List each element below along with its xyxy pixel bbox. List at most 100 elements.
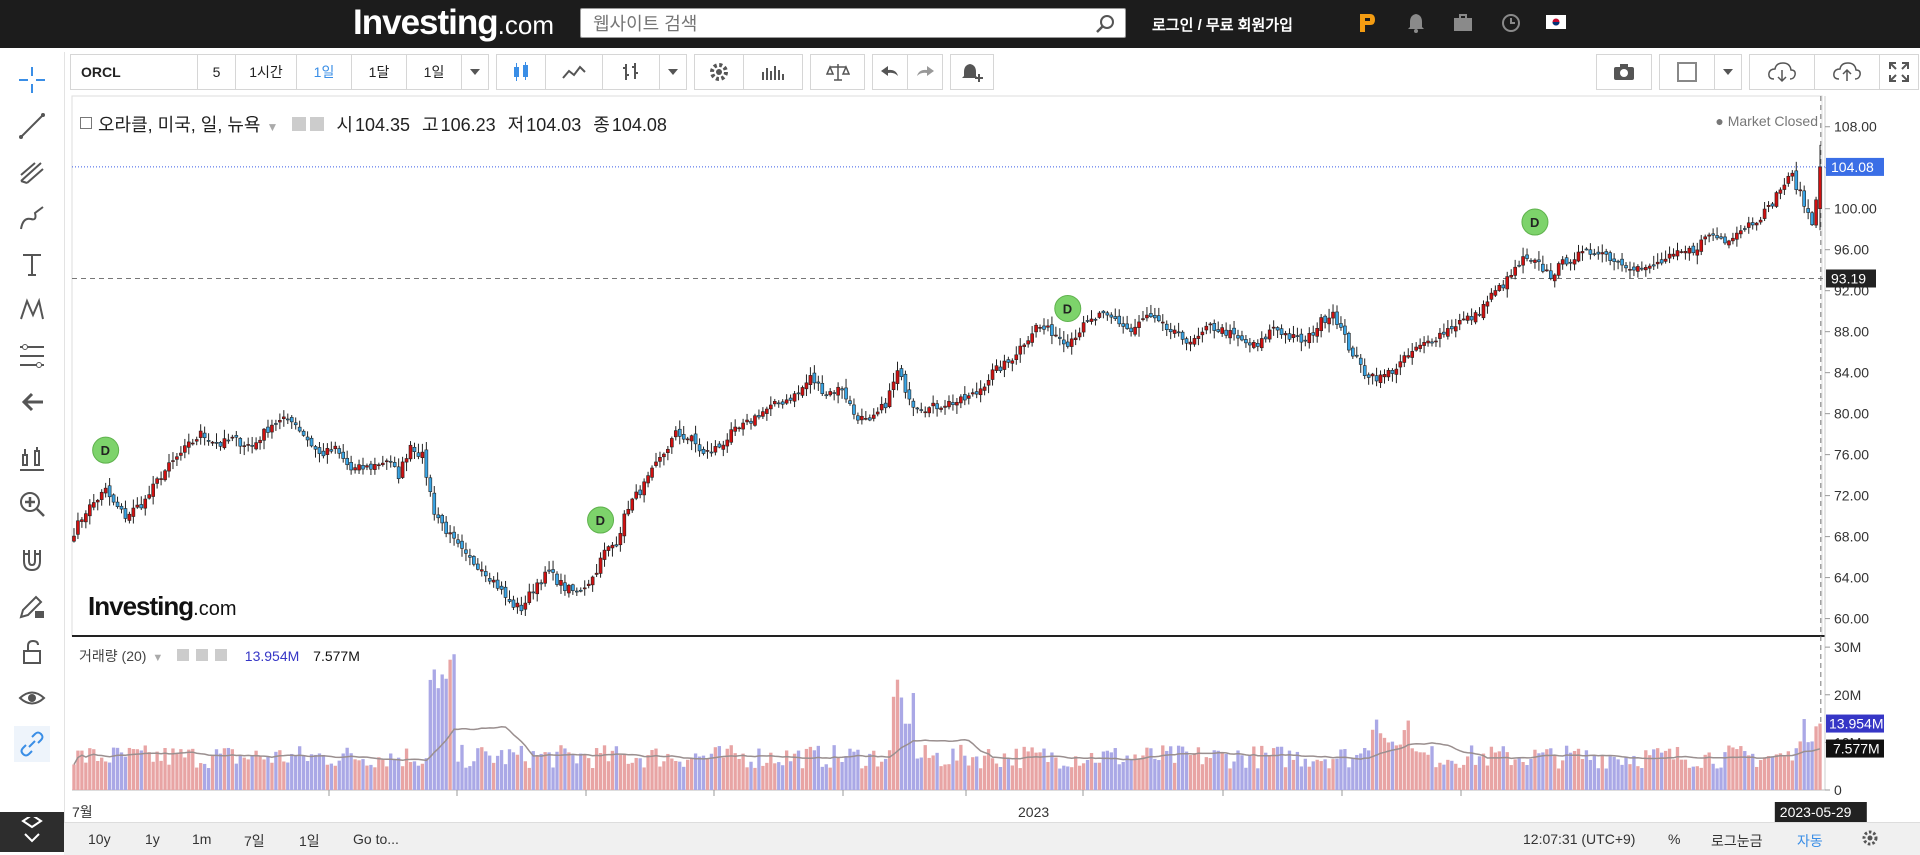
percent-scale-toggle[interactable]: % (1668, 831, 1680, 847)
collapse-legend-icon[interactable] (80, 117, 92, 129)
volume-bar (1751, 753, 1755, 790)
candle-body (701, 448, 706, 454)
candle-body (1731, 237, 1735, 242)
candle-body (844, 387, 848, 400)
volume-bar (1303, 758, 1307, 790)
volume-bar (868, 753, 872, 790)
volume-bar (1204, 757, 1208, 790)
price-tick-label: 108.00 (1834, 119, 1877, 135)
volume-bar (1129, 758, 1133, 790)
volume-bar (571, 755, 575, 790)
candle-body (1188, 341, 1193, 345)
volume-bar (1220, 752, 1224, 790)
candle-body (111, 494, 116, 503)
candle-body (757, 415, 761, 418)
visibility-eye-icon[interactable] (292, 117, 307, 131)
range-10y-button[interactable]: 10y (88, 831, 111, 847)
candle-body (887, 390, 892, 408)
candle-body (1438, 332, 1442, 339)
log-scale-toggle[interactable]: 로그눈금 (1711, 831, 1763, 851)
candle-body (1465, 315, 1470, 321)
goto-date-button[interactable]: Go to... (353, 831, 399, 847)
volume-bar (266, 756, 270, 790)
volume-bar (1564, 745, 1569, 790)
candle-body (1608, 252, 1612, 261)
volume-bar (187, 749, 191, 790)
candle-body (1244, 339, 1248, 344)
candle-body (1453, 326, 1458, 332)
candle-body (1184, 338, 1189, 344)
candle-body (927, 407, 931, 414)
volume-bar (1469, 745, 1474, 790)
range-1d-button[interactable]: 1일 (299, 831, 320, 851)
volume-bar (1145, 747, 1149, 790)
candle-body (1564, 257, 1569, 265)
candle-body (713, 446, 718, 453)
volume-bar (1648, 755, 1652, 790)
candle-body (1081, 322, 1086, 333)
chart-properties-gear-icon[interactable] (1861, 829, 1879, 847)
candle-body (1723, 236, 1727, 244)
volume-bar (400, 766, 405, 790)
candle-body (127, 513, 132, 521)
candle-body (424, 449, 429, 478)
candle-body (1354, 354, 1359, 357)
volume-bar (971, 757, 975, 790)
auto-scale-toggle[interactable]: 자동 (1797, 831, 1823, 851)
candle-body (282, 416, 286, 420)
volume-settings-icon[interactable] (196, 649, 208, 661)
volume-bar (638, 758, 642, 790)
volume-bar (551, 767, 555, 790)
candle-body (1168, 328, 1173, 333)
volume-bar (1081, 763, 1086, 790)
range-7d-button[interactable]: 7일 (244, 831, 265, 851)
volume-eye-icon[interactable] (177, 649, 190, 661)
candle-body (963, 394, 967, 401)
candle-body (666, 448, 670, 453)
volume-bar (353, 759, 357, 790)
candle-body (171, 460, 175, 462)
candle-body (491, 579, 496, 583)
range-1y-button[interactable]: 1y (145, 831, 160, 847)
candle-body (1418, 344, 1422, 349)
candle-body (1212, 323, 1217, 331)
candle-body (365, 465, 369, 468)
range-1m-button[interactable]: 1m (192, 831, 211, 847)
candle-body (84, 513, 88, 523)
volume-bar (436, 688, 440, 790)
volume-bar (1058, 768, 1062, 790)
candle-body (1200, 331, 1205, 336)
volume-bar (523, 761, 527, 790)
volume-bar (749, 761, 753, 790)
candle-body (753, 415, 757, 426)
candle-body (1117, 315, 1122, 325)
volume-bar (804, 748, 809, 790)
volume-bar (1810, 741, 1814, 790)
volume-remove-icon[interactable] (214, 649, 227, 661)
candle-body (1683, 251, 1688, 254)
candle-body (131, 507, 136, 517)
candle-body (856, 415, 860, 421)
volume-bar (321, 754, 326, 790)
candle-body (547, 569, 551, 572)
volume-bar (329, 763, 333, 790)
candle-body (1010, 360, 1015, 364)
volume-bar (1430, 746, 1434, 790)
candle-body (970, 392, 975, 395)
candle-body (959, 396, 963, 404)
volume-bar (1616, 759, 1620, 790)
volume-bar (709, 753, 714, 790)
volume-caret-icon[interactable]: ▼ (152, 652, 163, 664)
high-value: 106.23 (440, 115, 496, 135)
candle-body (867, 417, 872, 421)
volume-bar (769, 752, 773, 790)
candle-body (559, 580, 563, 586)
volume-bar (832, 745, 836, 790)
candle-body (238, 438, 243, 447)
series-settings-icon[interactable] (310, 117, 325, 131)
legend-caret-icon[interactable]: ▼ (267, 120, 279, 134)
candle-body (76, 520, 80, 535)
candle-body (1727, 240, 1731, 246)
volume-bar (464, 767, 468, 790)
candle-body (978, 388, 983, 396)
